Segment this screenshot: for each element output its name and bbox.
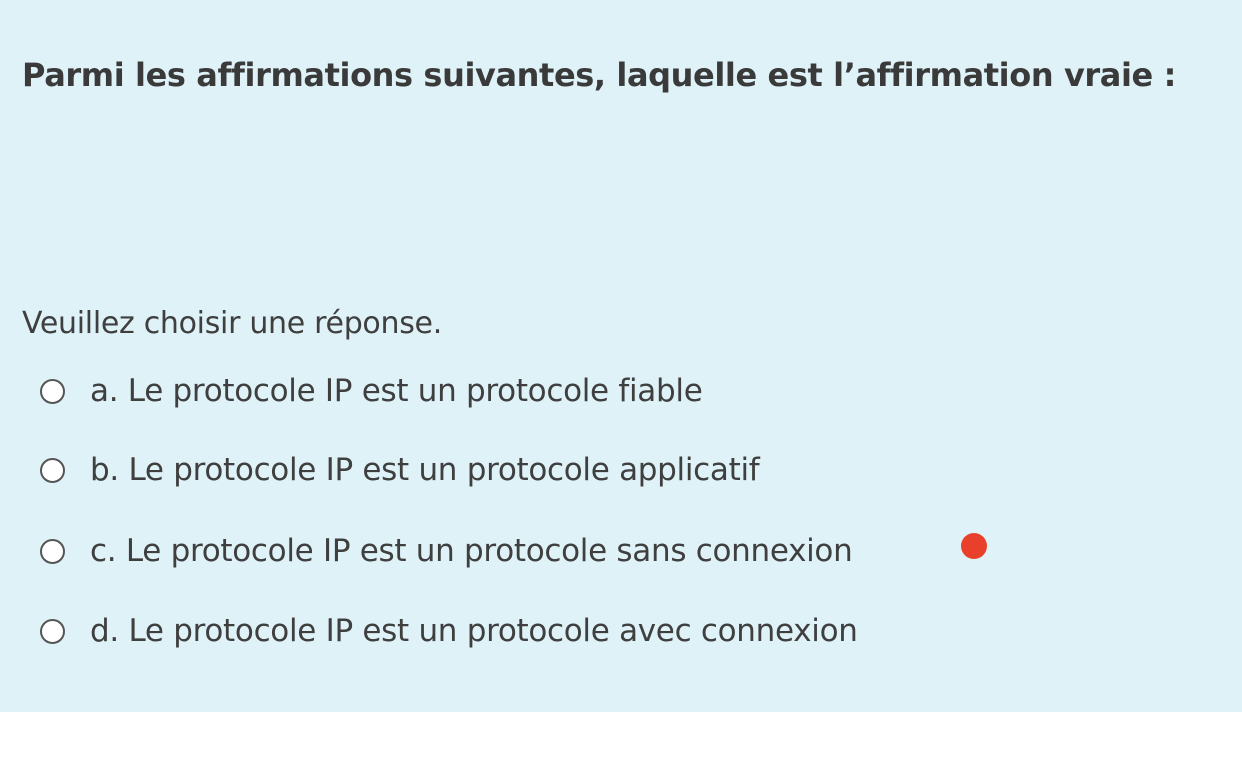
answer-option-d[interactable]: d. Le protocole IP est un protocole avec… [40,609,858,653]
answer-list: a. Le protocole IP est un protocole fiab… [0,0,1242,712]
radio-button-b[interactable] [40,457,65,483]
radio-button-c[interactable] [40,538,65,564]
answer-option-a[interactable]: a. Le protocole IP est un protocole fiab… [40,369,703,413]
answer-option-b[interactable]: b. Le protocole IP est un protocole appl… [40,448,760,492]
question-panel: Parmi les affirmations suivantes, laquel… [0,0,1242,712]
radio-button-d[interactable] [40,618,65,644]
answer-label-a: a. Le protocole IP est un protocole fiab… [90,373,703,409]
radio-button-a[interactable] [40,378,65,404]
red-dot-icon [961,533,987,559]
answer-option-c[interactable]: c. Le protocole IP est un protocole sans… [40,529,853,573]
answer-label-d: d. Le protocole IP est un protocole avec… [90,613,858,649]
answer-label-c: c. Le protocole IP est un protocole sans… [90,533,853,569]
answer-label-b: b. Le protocole IP est un protocole appl… [90,452,760,488]
